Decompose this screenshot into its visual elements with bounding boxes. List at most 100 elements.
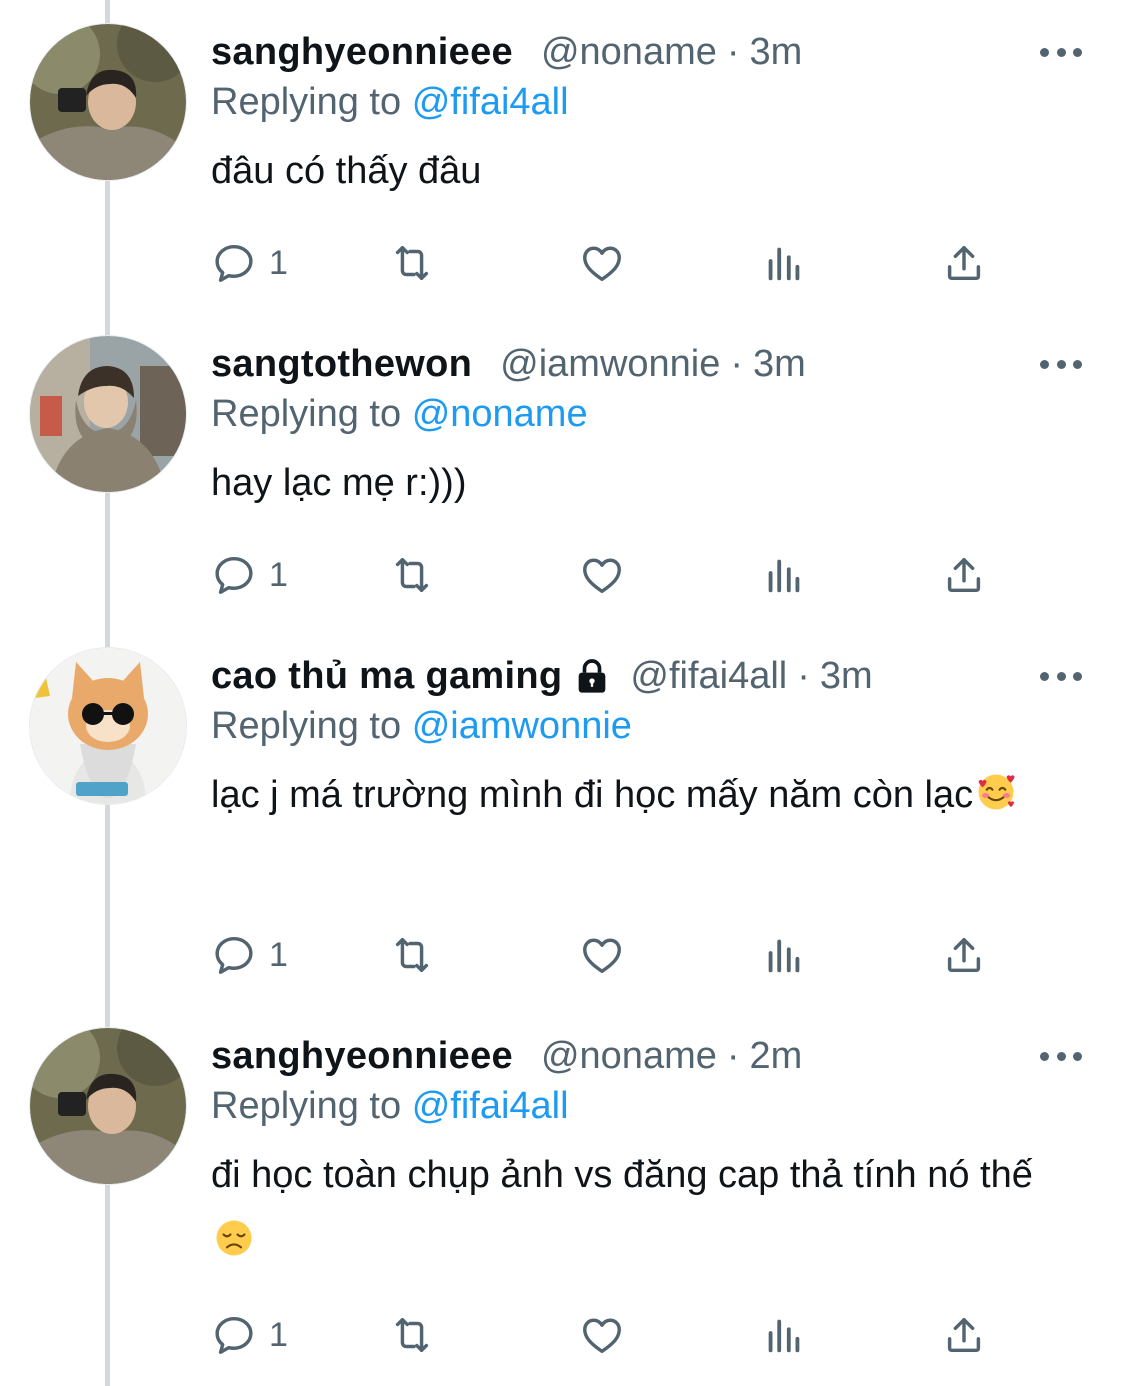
avatar-photo [30, 24, 186, 180]
separator-dot: · [726, 1035, 740, 1077]
replying-to-handle[interactable]: @noname [412, 393, 588, 435]
retweet-button[interactable] [389, 550, 435, 600]
timestamp[interactable]: 2m [750, 1028, 803, 1084]
display-name[interactable]: sangtothewon [211, 336, 472, 392]
separator-dot: · [797, 655, 810, 697]
share-button[interactable] [941, 550, 987, 600]
retweet-button[interactable] [389, 930, 435, 980]
share-icon [947, 245, 981, 281]
views-icon [768, 939, 800, 973]
retweet-icon [395, 245, 429, 281]
avatar-photo [30, 336, 186, 492]
replying-to-handle[interactable]: @fifai4all [412, 81, 569, 123]
tweet-text-content: lạc j má trường mình đi học mấy năm còn … [211, 774, 974, 816]
like-icon [583, 558, 621, 594]
separator-dot: · [730, 343, 744, 385]
reply-count: 1 [269, 243, 288, 282]
views-button[interactable] [761, 238, 807, 288]
timestamp[interactable]: 3m [753, 336, 806, 392]
user-handle[interactable]: @fifai4all [630, 648, 787, 704]
lock-icon [579, 659, 606, 693]
display-name[interactable]: sanghyeonnieee [211, 24, 513, 80]
views-button[interactable] [761, 550, 807, 600]
replying-to-label: Replying to [211, 81, 402, 123]
like-icon [583, 938, 621, 974]
share-button[interactable] [941, 238, 987, 288]
avatar[interactable] [30, 24, 186, 180]
like-icon [583, 246, 621, 282]
replying-to: Replying to @fifai4all [211, 1080, 569, 1132]
avatar-photo [30, 1028, 186, 1184]
tweet-text-content: đi học toàn chụp ảnh vs đăng cap thả tín… [211, 1154, 1033, 1196]
retweet-button[interactable] [389, 1310, 435, 1360]
share-icon [947, 937, 981, 973]
retweet-icon [395, 937, 429, 973]
tweet[interactable]: cao thủ ma gaming @fifai4all · 3m Replyi… [0, 648, 1125, 1008]
disappointed-face-emoji [216, 1220, 252, 1256]
retweet-icon [395, 1317, 429, 1353]
like-button[interactable] [579, 550, 625, 600]
action-bar: 1 [211, 238, 1011, 288]
tweet-header: sanghyeonnieee @noname · 3m [211, 24, 802, 80]
more-icon[interactable] [1040, 32, 1082, 72]
tweet[interactable]: sangtothewon @iamwonnie · 3m Replying to… [0, 336, 1125, 636]
replying-to: Replying to @noname [211, 388, 588, 440]
replying-to-handle[interactable]: @fifai4all [412, 1085, 569, 1127]
tweet-text-content: hay lạc mẹ r:))) [211, 462, 467, 504]
reply-button[interactable]: 1 [211, 1310, 288, 1360]
reply-button[interactable]: 1 [211, 238, 288, 288]
user-handle[interactable]: @iamwonnie [500, 336, 720, 392]
replying-to-label: Replying to [211, 705, 402, 747]
avatar[interactable] [30, 336, 186, 492]
reply-icon [215, 556, 253, 594]
replying-to: Replying to @fifai4all [211, 76, 569, 128]
separator-dot: · [726, 31, 740, 73]
views-icon [768, 247, 800, 281]
user-handle[interactable]: @noname [541, 1028, 717, 1084]
user-handle[interactable]: @noname [541, 24, 717, 80]
retweet-button[interactable] [389, 238, 435, 288]
reply-button[interactable]: 1 [211, 930, 288, 980]
replying-to-handle[interactable]: @iamwonnie [412, 705, 632, 747]
share-button[interactable] [941, 930, 987, 980]
reply-count: 1 [269, 935, 288, 974]
timestamp[interactable]: 3m [750, 24, 803, 80]
smiling-face-with-hearts-emoji [978, 774, 1015, 810]
like-button[interactable] [579, 238, 625, 288]
views-button[interactable] [761, 1310, 807, 1360]
action-bar: 1 [211, 550, 1011, 600]
replying-to: Replying to @iamwonnie [211, 700, 632, 752]
like-button[interactable] [579, 930, 625, 980]
display-name[interactable]: sanghyeonnieee [211, 1028, 513, 1084]
tweet-text: đi học toàn chụp ảnh vs đăng cap thả tín… [211, 1142, 1071, 1274]
avatar[interactable] [30, 1028, 186, 1184]
reply-icon [215, 1316, 253, 1354]
avatar[interactable] [30, 648, 186, 804]
tweet-header: sanghyeonnieee @noname · 2m [211, 1028, 802, 1084]
timestamp[interactable]: 3m [820, 648, 873, 704]
like-button[interactable] [579, 1310, 625, 1360]
reply-button[interactable]: 1 [211, 550, 288, 600]
display-name[interactable]: cao thủ ma gaming [211, 648, 562, 704]
share-button[interactable] [941, 1310, 987, 1360]
views-icon [768, 1319, 800, 1353]
tweet-header: cao thủ ma gaming @fifai4all · 3m [211, 648, 873, 704]
tweet[interactable]: sanghyeonnieee @noname · 2m Replying to … [0, 1028, 1125, 1386]
tweet-header: sangtothewon @iamwonnie · 3m [211, 336, 806, 392]
replying-to-label: Replying to [211, 1085, 402, 1127]
action-bar: 1 [211, 930, 1011, 980]
replying-to-label: Replying to [211, 393, 402, 435]
views-button[interactable] [761, 930, 807, 980]
reply-count: 1 [269, 1315, 288, 1354]
tweet[interactable]: sanghyeonnieee @noname · 3m Replying to … [0, 24, 1125, 324]
like-icon [583, 1318, 621, 1354]
tweet-text-content: đâu có thấy đâu [211, 150, 482, 192]
more-icon[interactable] [1040, 656, 1082, 696]
more-icon[interactable] [1040, 1036, 1082, 1076]
reply-icon [215, 244, 253, 282]
share-icon [947, 557, 981, 593]
more-icon[interactable] [1040, 344, 1082, 384]
reply-count: 1 [269, 555, 288, 594]
views-icon [768, 559, 800, 593]
tweet-text: đâu có thấy đâu [211, 138, 1071, 204]
